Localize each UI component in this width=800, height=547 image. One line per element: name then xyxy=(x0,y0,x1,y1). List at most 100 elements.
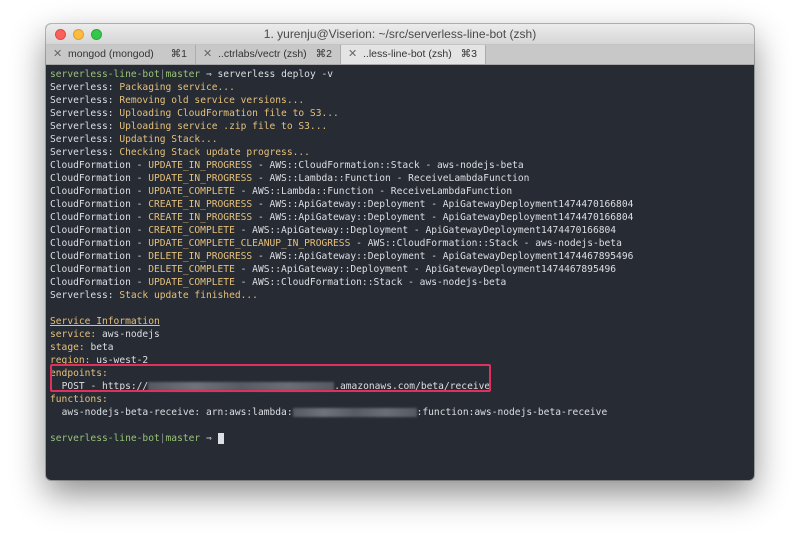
cf-log-line: CloudFormation - CREATE_COMPLETE - AWS::… xyxy=(50,224,750,237)
stage-line: stage: beta xyxy=(50,341,750,354)
cf-status: UPDATE_COMPLETE_CLEANUP_IN_PROGRESS xyxy=(148,238,351,249)
cf-status: DELETE_IN_PROGRESS xyxy=(148,251,253,262)
info-key: stage: xyxy=(50,342,85,353)
cf-status: UPDATE_IN_PROGRESS xyxy=(148,160,253,171)
cf-prefix: CloudFormation xyxy=(50,186,131,197)
cf-resource: AWS::Lambda::Function - ReceiveLambdaFun… xyxy=(269,173,530,184)
cf-log-line: CloudFormation - UPDATE_COMPLETE_CLEANUP… xyxy=(50,237,750,250)
cf-status: UPDATE_COMPLETE xyxy=(148,186,235,197)
log-prefix: Serverless: xyxy=(50,121,114,132)
close-tab-icon[interactable]: ✕ xyxy=(53,45,62,64)
log-line: Serverless: Packaging service... xyxy=(50,81,750,94)
separator: - xyxy=(234,277,253,288)
cf-prefix: CloudFormation xyxy=(50,212,131,223)
info-key: functions: xyxy=(50,394,108,405)
separator: - xyxy=(252,199,270,210)
separator: - xyxy=(234,225,253,236)
log-line: Serverless: Updating Stack... xyxy=(50,133,750,146)
redacted-account xyxy=(292,407,417,417)
terminal-output[interactable]: serverless-line-bot|master ⇒ serverless … xyxy=(50,68,750,480)
separator: - xyxy=(130,173,149,184)
separator: - xyxy=(234,264,253,275)
heading-text: Service Information xyxy=(50,316,160,327)
info-value: beta xyxy=(90,342,114,353)
cf-log-line: CloudFormation - CREATE_IN_PROGRESS - AW… xyxy=(50,198,750,211)
separator: - xyxy=(252,173,270,184)
cf-log-line: CloudFormation - DELETE_COMPLETE - AWS::… xyxy=(50,263,750,276)
separator: - xyxy=(130,264,149,275)
tab-shortcut: ⌘2 xyxy=(315,48,332,60)
arn-suffix: :function:aws-nodejs-beta-receive xyxy=(416,407,608,418)
cf-status: CREATE_IN_PROGRESS xyxy=(148,212,253,223)
tab-shortcut: ⌘3 xyxy=(460,48,477,60)
separator: - xyxy=(130,277,149,288)
tab-label: ..less-line-bot (zsh) xyxy=(363,48,452,60)
log-message: Packaging service... xyxy=(119,82,235,93)
info-value: aws-nodejs xyxy=(102,329,160,340)
function-arn-line: aws-nodejs-beta-receive: arn:aws:lambda:… xyxy=(50,406,750,419)
separator: - xyxy=(130,199,149,210)
prompt-arrow: ⇒ xyxy=(205,69,212,80)
cf-prefix: CloudFormation xyxy=(50,264,131,275)
close-tab-icon[interactable]: ✕ xyxy=(203,45,212,64)
separator: - xyxy=(130,186,149,197)
log-line: Serverless: Uploading CloudFormation fil… xyxy=(50,107,750,120)
cf-status: UPDATE_IN_PROGRESS xyxy=(148,173,253,184)
separator: - xyxy=(252,212,270,223)
prompt-dir: serverless-line-bot xyxy=(50,433,160,444)
cf-prefix: CloudFormation xyxy=(50,160,131,171)
cf-log-line: CloudFormation - UPDATE_COMPLETE - AWS::… xyxy=(50,276,750,289)
cf-prefix: CloudFormation xyxy=(50,251,131,262)
log-line: Serverless: Stack update finished... xyxy=(50,289,750,302)
cf-prefix: CloudFormation xyxy=(50,173,131,184)
separator: - xyxy=(130,160,149,171)
tab-shortcut: ⌘1 xyxy=(170,48,187,60)
separator: - xyxy=(252,160,270,171)
cf-status: UPDATE_COMPLETE xyxy=(148,277,235,288)
log-message: Stack update finished... xyxy=(119,290,258,301)
separator: - xyxy=(234,186,253,197)
prompt-branch: master xyxy=(165,433,201,444)
tab-label: ..ctrlabs/vectr (zsh) xyxy=(218,48,307,60)
cf-status: CREATE_IN_PROGRESS xyxy=(148,199,253,210)
cf-log-line: CloudFormation - UPDATE_IN_PROGRESS - AW… xyxy=(50,172,750,185)
service-line: service: aws-nodejs xyxy=(50,328,750,341)
cf-log-line: CloudFormation - CREATE_IN_PROGRESS - AW… xyxy=(50,211,750,224)
log-message: Uploading service .zip file to S3... xyxy=(119,121,328,132)
arn-prefix: arn:aws:lambda: xyxy=(205,407,293,418)
log-message: Updating Stack... xyxy=(119,134,218,145)
prompt-branch: master xyxy=(165,69,201,80)
separator: - xyxy=(130,238,149,249)
prompt-line[interactable]: serverless-line-bot|master ⇒ xyxy=(50,432,750,445)
log-line: Serverless: Checking Stack update progre… xyxy=(50,146,750,159)
prompt-arrow: ⇒ xyxy=(205,433,212,444)
window-title: 1. yurenju@Viserion: ~/src/serverless-li… xyxy=(263,27,537,41)
service-info-heading: Service Information xyxy=(50,315,750,328)
cf-log-line: CloudFormation - UPDATE_COMPLETE - AWS::… xyxy=(50,185,750,198)
terminal-window: 1. yurenju@Viserion: ~/src/serverless-li… xyxy=(46,24,754,480)
cf-log-line: CloudFormation - DELETE_IN_PROGRESS - AW… xyxy=(50,250,750,263)
cf-resource: AWS::ApiGateway::Deployment - ApiGateway… xyxy=(269,251,634,262)
tab-vectr[interactable]: ✕ ..ctrlabs/vectr (zsh) ⌘2 xyxy=(196,45,341,64)
info-key: service: xyxy=(50,329,97,340)
log-message: Uploading CloudFormation file to S3... xyxy=(119,108,339,119)
log-prefix: Serverless: xyxy=(50,82,114,93)
separator: - xyxy=(130,225,149,236)
cf-resource: AWS::ApiGateway::Deployment - ApiGateway… xyxy=(252,264,617,275)
log-line: Serverless: Uploading service .zip file … xyxy=(50,120,750,133)
tab-serverless-line-bot[interactable]: ✕ ..less-line-bot (zsh) ⌘3 xyxy=(341,45,486,64)
log-message: Removing old service versions... xyxy=(119,95,305,106)
text-cursor xyxy=(217,432,224,444)
log-prefix: Serverless: xyxy=(50,95,114,106)
log-message: Checking Stack update progress... xyxy=(119,147,310,158)
separator: - xyxy=(130,212,149,223)
cf-prefix: CloudFormation xyxy=(50,199,131,210)
close-tab-icon[interactable]: ✕ xyxy=(348,45,357,64)
cf-resource: AWS::ApiGateway::Deployment - ApiGateway… xyxy=(252,225,617,236)
tab-mongod[interactable]: ✕ mongod (mongod) ⌘1 xyxy=(46,45,196,64)
cf-prefix: CloudFormation xyxy=(50,225,131,236)
cf-resource: AWS::Lambda::Function - ReceiveLambdaFun… xyxy=(252,186,513,197)
prompt-line: serverless-line-bot|master ⇒ serverless … xyxy=(50,68,750,81)
log-prefix: Serverless: xyxy=(50,147,114,158)
